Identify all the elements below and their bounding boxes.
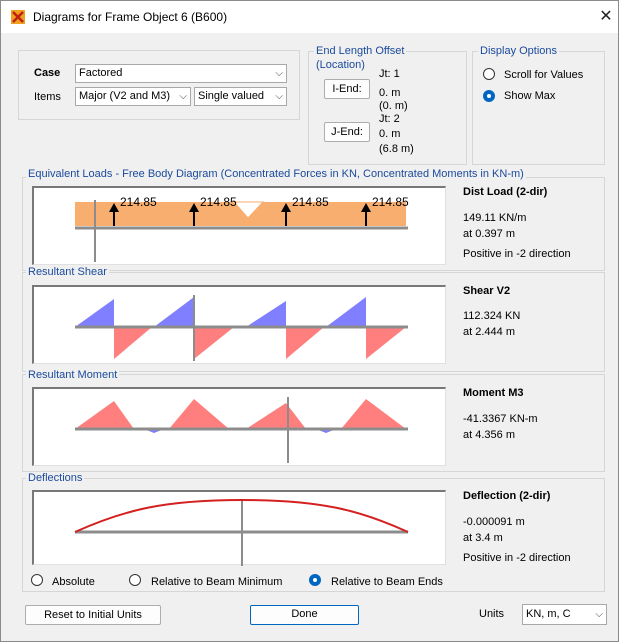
deflection-info-title: Deflection (2-dir) — [463, 490, 551, 502]
items-label: Items — [34, 91, 61, 103]
items-dropdown[interactable]: Major (V2 and M3) ⌵ — [75, 87, 191, 106]
i-end-location: (0. m) — [379, 100, 408, 112]
shear-negative-area — [286, 327, 324, 359]
chevron-down-icon: ⌵ — [275, 68, 283, 79]
moment-at: at 4.356 m — [463, 429, 515, 441]
deflection-direction: Positive in -2 direction — [463, 552, 571, 564]
shear-at: at 2.444 m — [463, 326, 515, 338]
dist-load-title: Dist Load (2-dir) — [463, 186, 548, 198]
dist-load-at: at 0.397 m — [463, 228, 515, 240]
shear-positive-area — [154, 297, 194, 327]
equiv-loads-title: Equivalent Loads - Free Body Diagram (Co… — [26, 168, 526, 180]
moment-positive-area — [75, 401, 134, 429]
shear-positive-area — [75, 299, 114, 327]
units-value: KN, m, C — [526, 608, 571, 620]
moment-diagram — [32, 387, 446, 466]
moment-positive-area — [341, 399, 406, 429]
relative-ends-label: Relative to Beam Ends — [331, 576, 443, 588]
relative-min-label: Relative to Beam Minimum — [151, 576, 283, 588]
done-button[interactable]: Done — [250, 605, 359, 625]
valued-value: Single valued — [198, 90, 265, 102]
jt2-label: Jt: 2 — [379, 113, 400, 125]
chevron-down-icon: ⌵ — [179, 91, 187, 102]
shear-negative-area — [366, 327, 406, 359]
shear-positive-area — [326, 297, 366, 327]
title-bar: Diagrams for Frame Object 6 (B600) ✕ — [1, 1, 618, 33]
case-group — [18, 50, 300, 120]
jt1-label: Jt: 1 — [379, 68, 400, 80]
moment-diagram-svg — [75, 397, 408, 463]
moment-positive-area — [169, 399, 229, 429]
reset-units-button[interactable]: Reset to Initial Units — [25, 605, 161, 625]
point-load-value: 214.85 — [200, 195, 237, 209]
shear-info-title: Shear V2 — [463, 285, 511, 297]
absolute-label: Absolute — [52, 576, 95, 588]
case-value: Factored — [79, 67, 123, 79]
dist-load-direction: Positive in -2 direction — [463, 248, 571, 260]
point-load-value: 214.85 — [120, 195, 157, 209]
deflections-title: Deflections — [26, 472, 85, 484]
point-load-value: 214.85 — [372, 195, 409, 209]
units-label: Units — [479, 608, 505, 620]
shear-negative-area — [114, 327, 152, 359]
shear-negative-area — [194, 327, 234, 359]
dialog-window: Diagrams for Frame Object 6 (B600) ✕ Cas… — [0, 0, 619, 642]
case-dropdown[interactable]: Factored ⌵ — [75, 64, 287, 83]
deflection-value: -0.000091 m — [463, 516, 525, 528]
deflection-at: at 3.4 m — [463, 532, 503, 544]
items-value: Major (V2 and M3) — [79, 90, 171, 102]
j-end-button[interactable]: J-End: — [324, 122, 370, 142]
relative-min-radio[interactable] — [129, 574, 141, 586]
j-end-location: (6.8 m) — [379, 143, 414, 155]
chevron-down-icon: ⌵ — [275, 91, 283, 102]
moment-value: -41.3367 KN-m — [463, 413, 538, 425]
chevron-down-icon: ⌵ — [595, 609, 603, 620]
shear-positive-area — [246, 301, 286, 327]
units-dropdown[interactable]: KN, m, C ⌵ — [522, 604, 607, 625]
i-end-value: 0. m — [379, 87, 401, 99]
absolute-radio[interactable] — [31, 574, 43, 586]
dist-load-value: 149.11 KN/m — [463, 212, 527, 224]
moment-title: Resultant Moment — [26, 369, 120, 381]
i-end-button[interactable]: I-End: — [324, 79, 370, 99]
load-diagram: 214.85 214.85 214.85 214.85 — [32, 186, 446, 265]
deflection-diagram-svg — [74, 498, 409, 566]
moment-positive-area — [246, 403, 306, 429]
shear-title: Resultant Shear — [26, 266, 109, 275]
shear-diagram-svg — [75, 295, 408, 361]
point-load-value: 214.85 — [292, 195, 329, 209]
close-icon[interactable]: ✕ — [595, 6, 617, 28]
moment-info-title: Moment M3 — [463, 387, 524, 399]
scroll-values-radio[interactable] — [483, 68, 495, 80]
relative-ends-radio[interactable] — [309, 574, 321, 586]
case-label: Case — [34, 67, 61, 79]
show-max-radio[interactable] — [483, 90, 495, 102]
show-max-label: Show Max — [504, 90, 556, 102]
app-icon — [11, 10, 25, 24]
end-length-title-2: (Location) — [314, 59, 367, 71]
window-title: Diagrams for Frame Object 6 (B600) — [33, 10, 228, 24]
display-options-title: Display Options — [478, 45, 560, 57]
deflection-diagram — [32, 490, 446, 566]
j-end-value: 0. m — [379, 128, 401, 140]
valued-dropdown[interactable]: Single valued ⌵ — [194, 87, 287, 106]
scroll-values-label: Scroll for Values — [504, 69, 584, 81]
end-length-title-1: End Length Offset — [314, 45, 407, 57]
shear-value: 112.324 KN — [463, 310, 521, 322]
shear-diagram — [32, 285, 446, 364]
